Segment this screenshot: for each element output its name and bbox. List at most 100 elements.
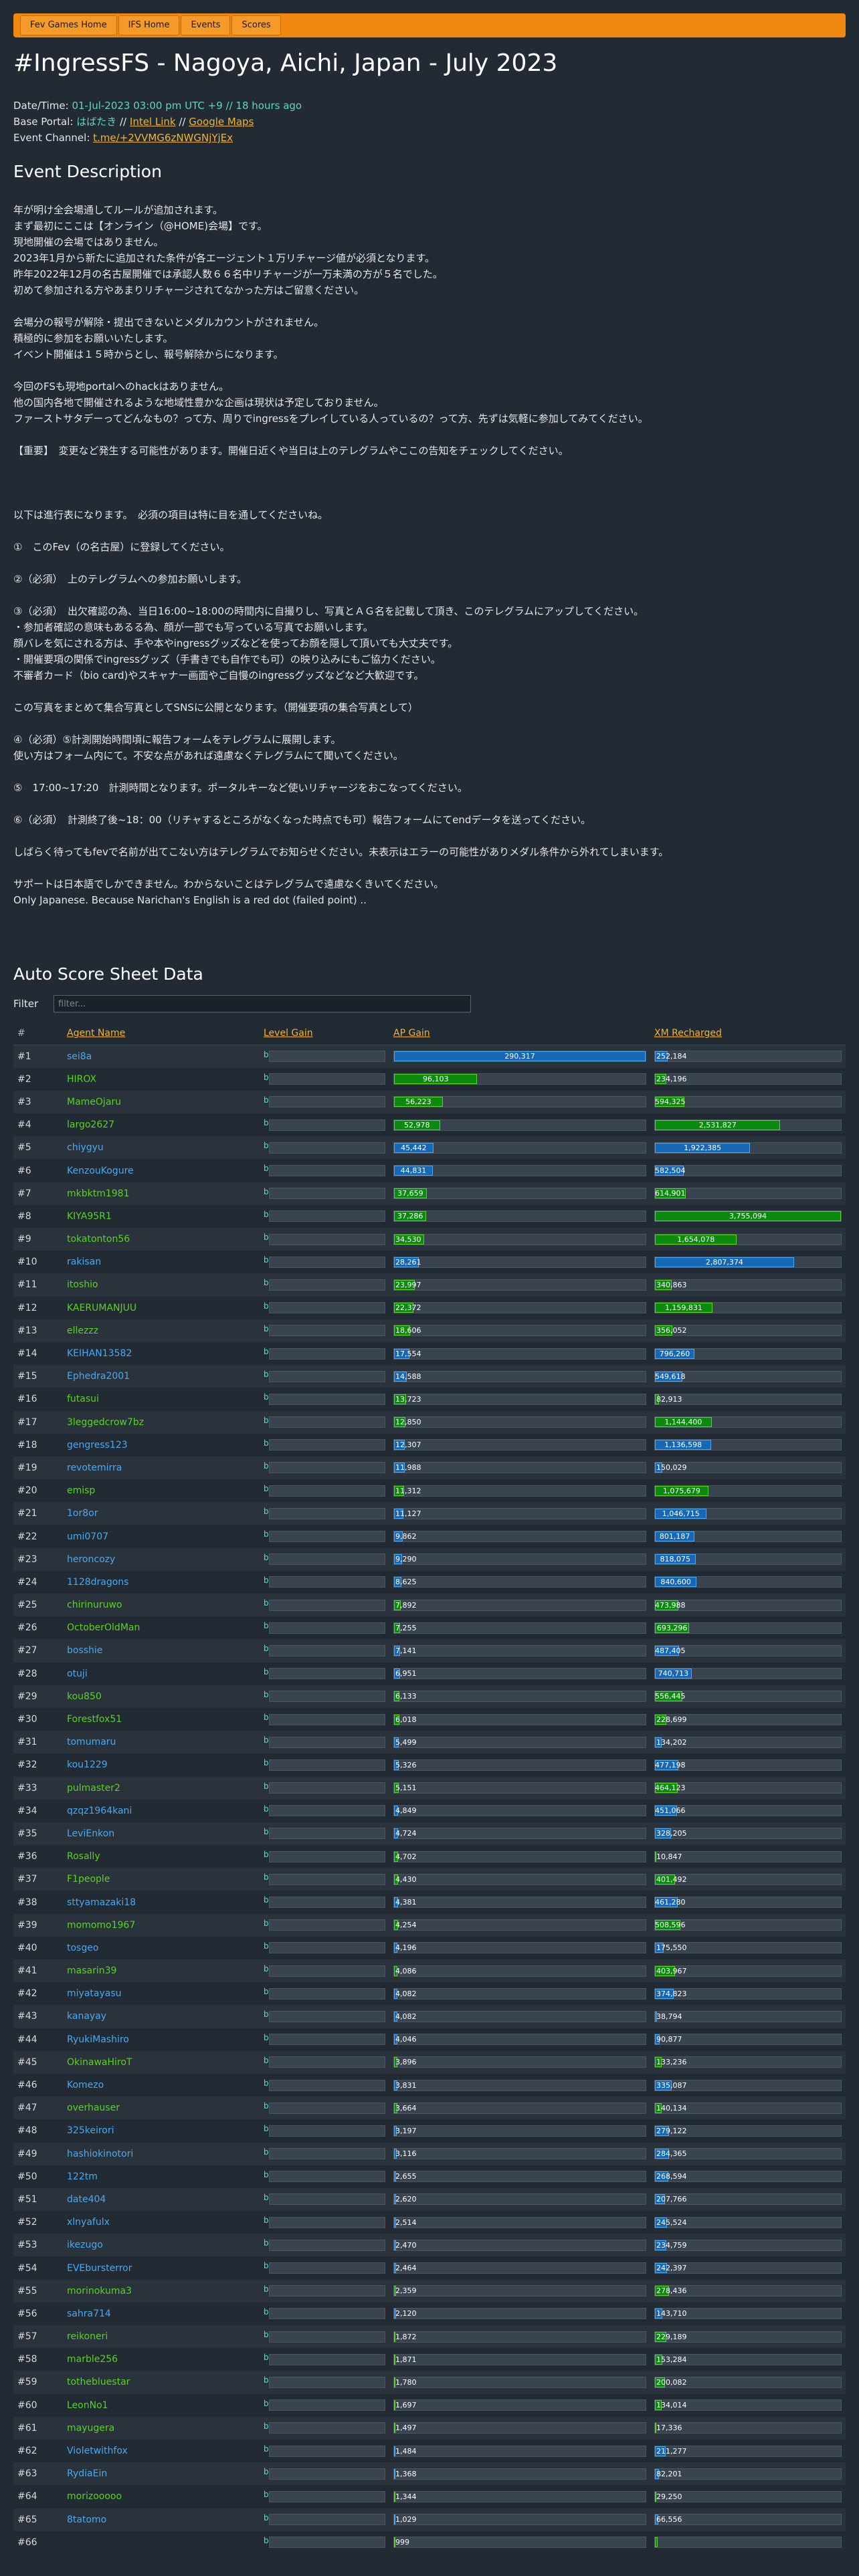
agent-name-cell[interactable]: emisp (63, 1479, 260, 1503)
telegram-channel-link[interactable]: t.me/+2VVMG6zNWGNjYjEx (93, 132, 233, 144)
agent-name-cell[interactable]: Komezo (63, 2073, 260, 2097)
agent-name-cell[interactable]: overhauser (63, 2097, 260, 2120)
agent-name-cell[interactable]: 1or8or (63, 1502, 260, 1525)
rank-cell: #36 (13, 1845, 63, 1868)
nav-fev-games-home[interactable]: Fev Games Home (20, 15, 117, 35)
intel-link[interactable]: Intel Link (130, 116, 176, 128)
ap-gain-value: 37,286 (397, 1212, 423, 1221)
agent-name-cell[interactable]: kanayay (63, 2005, 260, 2028)
agent-name-cell[interactable]: KAERUMANJUU (63, 1296, 260, 1319)
xm-recharged-bar: 153,284 (654, 2353, 842, 2365)
agent-name-cell[interactable]: 122tm (63, 2165, 260, 2188)
ap-gain-header[interactable]: AP Gain (389, 1022, 650, 1045)
xm-recharged-value: 279,122 (656, 2126, 687, 2135)
agent-name-cell[interactable]: sahra714 (63, 2302, 260, 2325)
description-line (13, 828, 846, 844)
ap-gain-bar: 3,664 (393, 2102, 646, 2114)
agent-name-cell[interactable]: RydiaEin (63, 2462, 260, 2486)
level-gain-cell: b (260, 1845, 389, 1868)
agent-name-cell[interactable]: morizooooo (63, 2485, 260, 2508)
agent-name-cell[interactable]: hashiokinotori (63, 2142, 260, 2165)
filter-input[interactable] (54, 995, 471, 1012)
agent-name-cell[interactable]: 1128dragons (63, 1570, 260, 1594)
agent-name-cell[interactable]: heroncozy (63, 1547, 260, 1571)
agent-name-cell[interactable]: date404 (63, 2187, 260, 2212)
ap-gain-cell: 2,464 (389, 2256, 650, 2280)
agent-name-cell[interactable]: miyatayasu (63, 1982, 260, 2006)
ap-gain-bar: 13,723 (393, 1393, 646, 1405)
xm-recharged-cell: 801,187 (650, 1525, 846, 1548)
agent-name-cell[interactable]: RyukiMashiro (63, 2028, 260, 2051)
agent-name-cell[interactable]: Ephedra2001 (63, 1365, 260, 1388)
rank-cell: #7 (13, 1182, 63, 1205)
agent-name-cell[interactable]: tomumaru (63, 1731, 260, 1754)
agent-name-cell[interactable]: EVEbursterror (63, 2256, 260, 2280)
agent-name-cell[interactable]: marble256 (63, 2348, 260, 2371)
agent-name-cell[interactable]: reikoneri (63, 2325, 260, 2349)
agent-name-cell[interactable]: Violetwithfox (63, 2439, 260, 2463)
agent-name-cell[interactable]: chiygyu (63, 1136, 260, 1160)
agent-name-cell[interactable]: mayugera (63, 2416, 260, 2440)
agent-name-cell[interactable]: KIYA95R1 (63, 1204, 260, 1228)
agent-name-cell[interactable]: bosshie (63, 1639, 260, 1662)
nav-ifs-home[interactable]: IFS Home (118, 15, 180, 35)
xm-recharged-header[interactable]: XM Recharged (650, 1022, 846, 1045)
agent-name-cell[interactable]: ellezzz (63, 1319, 260, 1342)
xm-recharged-cell: 252,184 (650, 1045, 846, 1068)
agent-name-cell[interactable]: ikezugo (63, 2234, 260, 2257)
agent-name-cell[interactable]: chirinuruwo (63, 1594, 260, 1617)
agent-name-cell[interactable]: 8tatomo (63, 2508, 260, 2531)
agent-name-cell[interactable]: mkbktm1981 (63, 1182, 260, 1205)
description-line (13, 796, 846, 812)
agent-name-cell[interactable]: umi0707 (63, 1525, 260, 1548)
agent-name-cell[interactable]: momomo1967 (63, 1913, 260, 1937)
agent-name-cell[interactable]: KenzouKogure (63, 1159, 260, 1182)
nav-scores[interactable]: Scores (231, 15, 281, 35)
level-gain-header[interactable]: Level Gain (260, 1022, 389, 1045)
agent-name-header[interactable]: Agent Name (63, 1022, 260, 1045)
agent-name-cell[interactable]: kou1229 (63, 1753, 260, 1777)
agent-name-cell[interactable]: MameOjaru (63, 1090, 260, 1114)
agent-name-cell[interactable]: kou850 (63, 1685, 260, 1708)
agent-name-cell[interactable]: tokatonton56 (63, 1228, 260, 1251)
agent-name-cell[interactable]: KEIHAN13582 (63, 1341, 260, 1366)
agent-name-cell[interactable] (63, 2531, 260, 2554)
agent-name-cell[interactable]: qzqz1964kani (63, 1799, 260, 1822)
agent-name-cell[interactable]: LeonNo1 (63, 2393, 260, 2417)
table-row: #13 ellezzz b 18,606 356,052 (13, 1319, 846, 1342)
agent-name-cell[interactable]: F1people (63, 1868, 260, 1891)
nav-events[interactable]: Events (181, 15, 231, 35)
xm-recharged-bar: 693,296 (654, 1622, 842, 1634)
agent-name-cell[interactable]: 325keirori (63, 2119, 260, 2143)
agent-name-cell[interactable]: HIROX (63, 1067, 260, 1091)
agent-name-cell[interactable]: Forestfox51 (63, 1707, 260, 1731)
agent-name-cell[interactable]: 3leggedcrow7bz (63, 1410, 260, 1434)
google-maps-link[interactable]: Google Maps (189, 116, 254, 128)
agent-name-cell[interactable]: otuji (63, 1662, 260, 1685)
agent-name-cell[interactable]: LeviEnkon (63, 1822, 260, 1846)
agent-name-cell[interactable]: largo2627 (63, 1113, 260, 1137)
agent-name-cell[interactable]: masarin39 (63, 1959, 260, 1983)
description-line: 他の国内各地で開催されるような地域性豊かな企画は現状は予定しておりません。 (13, 397, 384, 409)
agent-name-cell[interactable]: rakisan (63, 1251, 260, 1274)
level-gain-bar (269, 2102, 385, 2114)
agent-name-cell[interactable]: itoshio (63, 1273, 260, 1297)
xm-recharged-bar: 278,436 (654, 2285, 842, 2297)
agent-name-cell[interactable]: xlnyafulx (63, 2211, 260, 2234)
agent-name-cell[interactable]: morinokuma3 (63, 2279, 260, 2302)
level-gain-bar (269, 1531, 385, 1543)
agent-name-cell[interactable]: OctoberOldMan (63, 1616, 260, 1640)
agent-name-cell[interactable]: futasui (63, 1388, 260, 1411)
description-line (13, 427, 846, 443)
agent-name-cell[interactable]: tothebluestar (63, 2371, 260, 2394)
agent-name-cell[interactable]: revotemirra (63, 1456, 260, 1480)
agent-name-cell[interactable]: Rosally (63, 1845, 260, 1868)
agent-name-cell[interactable]: tosgeo (63, 1936, 260, 1959)
agent-name-cell[interactable]: sei8a (63, 1045, 260, 1068)
agent-name-cell[interactable]: gengress123 (63, 1433, 260, 1457)
xm-recharged-cell: 1,136,598 (650, 1433, 846, 1457)
xm-recharged-cell: 1,654,078 (650, 1228, 846, 1251)
agent-name-cell[interactable]: OkinawaHiroT (63, 2050, 260, 2074)
agent-name-cell[interactable]: sttyamazaki18 (63, 1891, 260, 1914)
agent-name-cell[interactable]: pulmaster2 (63, 1776, 260, 1800)
